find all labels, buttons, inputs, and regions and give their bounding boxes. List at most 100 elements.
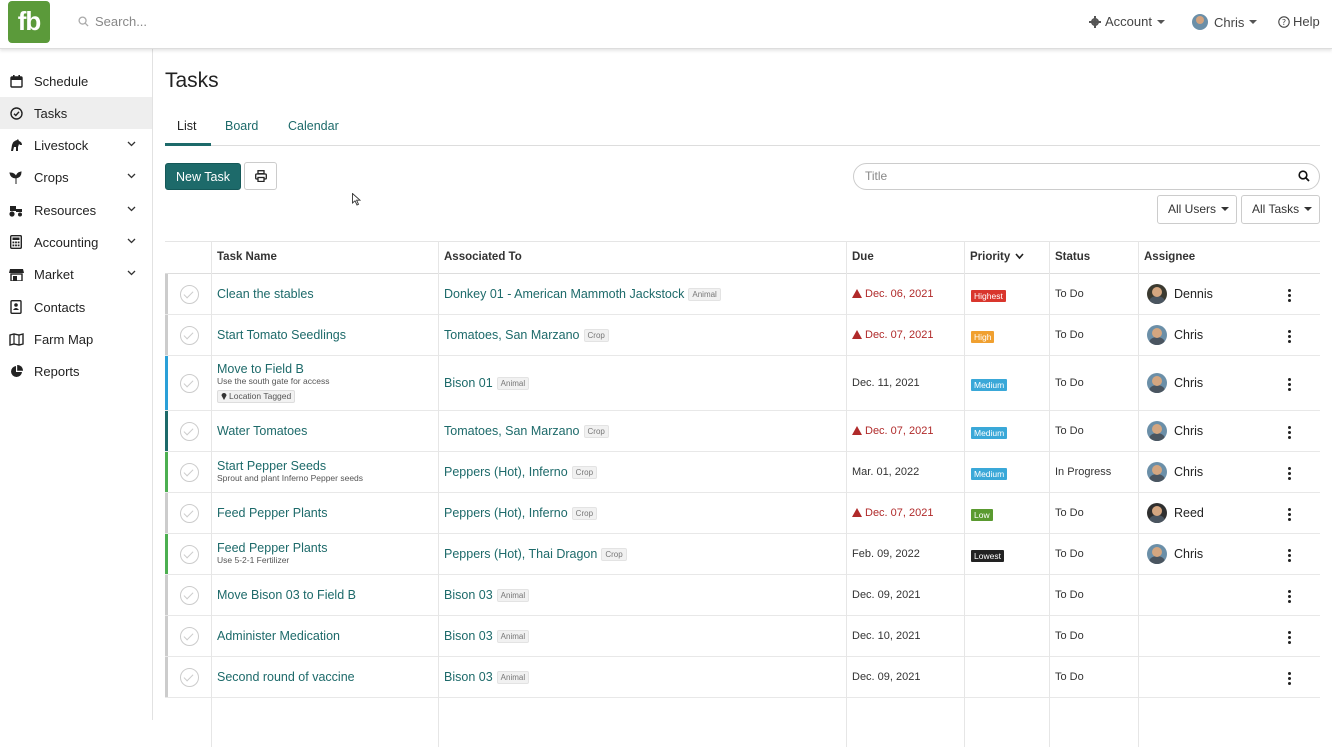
assignee-avatar <box>1147 420 1167 441</box>
global-search-input[interactable]: Search... <box>78 14 147 30</box>
table-row[interactable]: Move to Field B Use the south gate for ac… <box>165 356 1320 411</box>
print-button[interactable] <box>244 162 277 190</box>
associated-record-link[interactable]: Tomatoes, San Marzano <box>444 424 580 438</box>
table-row[interactable]: Second round of vaccine Bison 03 Animal Dec… <box>165 657 1320 698</box>
task-name-link[interactable]: Feed Pepper Plants <box>217 541 328 555</box>
complete-task-checkbox[interactable] <box>180 462 199 482</box>
title-search-input[interactable]: Title <box>853 163 1320 190</box>
table-row[interactable]: Clean the stables Donkey 01 - American Ma… <box>165 274 1320 315</box>
sidebar-item-market[interactable]: Market <box>0 258 152 290</box>
column-header-due[interactable]: Due <box>852 251 874 263</box>
task-name-link[interactable]: Second round of vaccine <box>217 670 355 684</box>
associated-to-cell: Donkey 01 - American Mammoth Jackstock An… <box>444 287 721 301</box>
warning-icon <box>852 425 862 435</box>
associated-record-link[interactable]: Peppers (Hot), Thai Dragon <box>444 547 597 561</box>
sidebar-item-crops[interactable]: Crops <box>0 161 152 193</box>
sidebar-item-contacts[interactable]: Contacts <box>0 291 152 323</box>
row-color-stripe <box>165 575 168 615</box>
row-actions-menu-icon[interactable] <box>1288 589 1292 605</box>
row-color-stripe <box>165 315 168 355</box>
task-name-link[interactable]: Start Pepper Seeds <box>217 459 363 473</box>
all-users-dropdown[interactable]: All Users <box>1157 195 1237 224</box>
column-header-assignee[interactable]: Assignee <box>1144 251 1195 263</box>
task-name-link[interactable]: Move to Field B <box>217 362 329 376</box>
associated-to-cell: Bison 01 Animal <box>444 376 530 390</box>
row-actions-menu-icon[interactable] <box>1288 671 1292 687</box>
column-header-status[interactable]: Status <box>1055 251 1090 263</box>
help-link[interactable]: ? Help <box>1278 14 1320 29</box>
task-name-link[interactable]: Water Tomatoes <box>217 424 307 438</box>
row-actions-menu-icon[interactable] <box>1288 288 1292 304</box>
column-divider <box>964 241 965 747</box>
complete-task-checkbox[interactable] <box>180 421 199 441</box>
record-type-badge: Crop <box>571 465 598 479</box>
tab-list[interactable]: List <box>177 119 196 133</box>
associated-record-link[interactable]: Peppers (Hot), Inferno <box>444 506 568 520</box>
table-row[interactable]: Start Pepper Seeds Sprout and plant Infer… <box>165 452 1320 493</box>
all-tasks-dropdown[interactable]: All Tasks <box>1241 195 1320 224</box>
column-header-task-name[interactable]: Task Name <box>217 251 277 263</box>
table-row[interactable]: Start Tomato Seedlings Tomatoes, San Marz… <box>165 315 1320 356</box>
tab-board[interactable]: Board <box>225 119 258 133</box>
table-row[interactable]: Feed Pepper Plants Peppers (Hot), Inferno… <box>165 493 1320 534</box>
app-logo[interactable]: fb <box>8 1 50 43</box>
due-date: Dec. 10, 2021 <box>852 629 921 642</box>
sidebar-item-farm-map[interactable]: Farm Map <box>0 323 152 355</box>
sidebar-item-label: Farm Map <box>34 331 94 347</box>
user-avatar <box>1192 14 1208 30</box>
associated-record-link[interactable]: Bison 03 <box>444 588 493 602</box>
row-actions-menu-icon[interactable] <box>1288 630 1292 646</box>
complete-task-checkbox[interactable] <box>180 585 199 605</box>
sidebar-item-tasks[interactable]: Tasks <box>0 97 152 129</box>
row-actions-menu-icon[interactable] <box>1288 377 1292 393</box>
complete-task-checkbox[interactable] <box>180 626 199 646</box>
column-header-associated-to[interactable]: Associated To <box>444 251 522 263</box>
sidebar-item-resources[interactable]: Resources <box>0 194 152 226</box>
tab-calendar[interactable]: Calendar <box>288 119 339 133</box>
task-name-link[interactable]: Administer Medication <box>217 629 340 643</box>
row-color-stripe <box>165 452 168 492</box>
associated-record-link[interactable]: Bison 03 <box>444 670 493 684</box>
sidebar-item-accounting[interactable]: Accounting <box>0 226 152 258</box>
task-name-link[interactable]: Feed Pepper Plants <box>217 506 328 520</box>
complete-task-checkbox[interactable] <box>180 544 199 564</box>
sidebar-item-label: Contacts <box>34 299 86 315</box>
status-cell: To Do <box>1055 629 1084 642</box>
row-actions-menu-icon[interactable] <box>1288 329 1292 345</box>
task-name-link[interactable]: Move Bison 03 to Field B <box>217 588 356 602</box>
complete-task-checkbox[interactable] <box>180 373 199 393</box>
sidebar-item-schedule[interactable]: Schedule <box>0 65 152 97</box>
row-actions-menu-icon[interactable] <box>1288 548 1292 564</box>
task-name-link[interactable]: Clean the stables <box>217 287 314 301</box>
table-row[interactable]: Feed Pepper Plants Use 5-2-1 Fertilizer Pe… <box>165 534 1320 575</box>
sidebar-item-reports[interactable]: Reports <box>0 355 152 387</box>
user-menu[interactable]: Chris <box>1192 14 1258 30</box>
priority-badge: Medium <box>971 378 1008 391</box>
complete-task-checkbox[interactable] <box>180 667 199 687</box>
column-divider <box>1049 241 1050 747</box>
row-actions-menu-icon[interactable] <box>1288 507 1292 523</box>
sidebar-item-livestock[interactable]: Livestock <box>0 129 152 161</box>
task-name-link[interactable]: Start Tomato Seedlings <box>217 328 346 342</box>
associated-record-link[interactable]: Bison 03 <box>444 629 493 643</box>
title-search-placeholder: Title <box>865 169 888 183</box>
row-actions-menu-icon[interactable] <box>1288 425 1292 441</box>
associated-record-link[interactable]: Tomatoes, San Marzano <box>444 328 580 342</box>
column-header-priority[interactable]: Priority <box>970 251 1025 263</box>
associated-record-link[interactable]: Peppers (Hot), Inferno <box>444 465 568 479</box>
table-row[interactable]: Administer Medication Bison 03 Animal Dec. … <box>165 616 1320 657</box>
complete-task-checkbox[interactable] <box>180 284 199 304</box>
complete-task-checkbox[interactable] <box>180 503 199 523</box>
search-icon[interactable] <box>1298 170 1310 182</box>
row-actions-menu-icon[interactable] <box>1288 466 1292 482</box>
complete-task-checkbox[interactable] <box>180 325 199 345</box>
table-row[interactable]: Water Tomatoes Tomatoes, San Marzano Crop D… <box>165 411 1320 452</box>
table-row[interactable]: Move Bison 03 to Field B Bison 03 Animal De… <box>165 575 1320 616</box>
associated-record-link[interactable]: Donkey 01 - American Mammoth Jackstock <box>444 287 684 301</box>
map-icon <box>8 331 24 347</box>
assignee-cell: Dennis <box>1147 283 1213 304</box>
account-menu[interactable]: Account <box>1089 14 1165 29</box>
new-task-button[interactable]: New Task <box>165 163 241 190</box>
associated-record-link[interactable]: Bison 01 <box>444 376 493 390</box>
due-date: Dec. 07, 2021 <box>865 328 934 341</box>
